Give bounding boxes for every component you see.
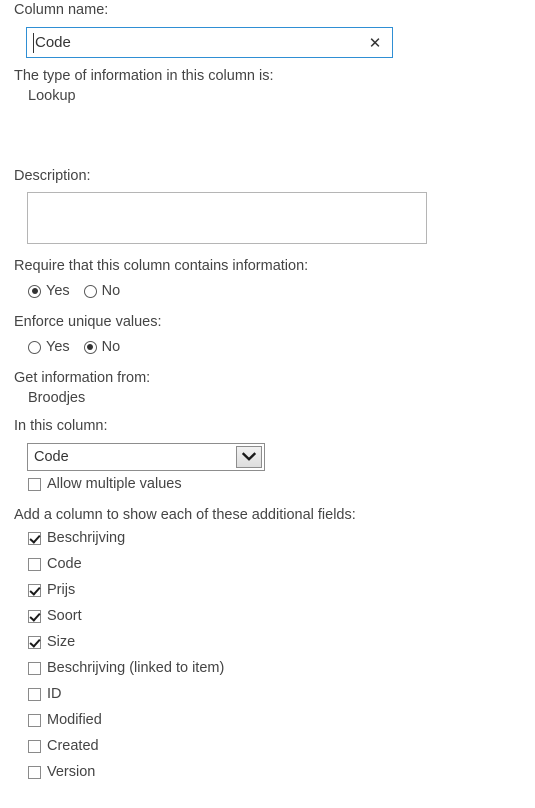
enforce-unique-option-no[interactable]: No [83,338,121,356]
get-information-from-value: Broodjes [28,390,86,406]
require-information-group: Require that this column contains inform… [0,256,535,300]
checkbox-empty-icon [28,661,41,675]
list-item[interactable]: Beschrijving [0,525,535,551]
chevron-down-icon[interactable] [236,446,262,468]
checkbox-empty-icon [28,477,41,491]
additional-fields-label: Add a column to show each of these addit… [14,507,356,523]
column-name-input[interactable]: Code ✕ [26,27,393,58]
list-item-label: Size [47,634,76,650]
radio-empty-icon [28,340,41,354]
enforce-unique-option-yes-label: Yes [46,339,70,355]
list-item-label: ID [47,686,62,702]
column-name-group: Column name: Code ✕ [0,0,535,58]
checkbox-empty-icon [28,739,41,753]
column-name-value: Code [35,34,71,51]
in-this-column-group: In this column: Code Allow multiple valu… [0,416,535,497]
list-item[interactable]: Modified [0,707,535,733]
list-item-label: Version [47,764,96,780]
enforce-unique-option-no-label: No [101,339,121,355]
require-information-label: Require that this column contains inform… [14,258,309,274]
description-input[interactable] [27,192,427,244]
type-of-information-value: Lookup [28,88,76,104]
list-item[interactable]: Version [0,759,535,785]
list-item-label: Modified [47,712,102,728]
enforce-unique-group: Enforce unique values: Yes No [0,312,535,356]
list-item[interactable]: Code [0,551,535,577]
radio-empty-icon [83,284,97,298]
list-item-label: Code [47,556,82,572]
radio-selected-icon [28,284,41,298]
column-settings-form: Column name: Code ✕ The type of informat… [0,0,535,808]
in-this-column-label: In this column: [14,418,108,434]
checkbox-checked-icon [28,609,41,623]
checkbox-checked-icon [28,531,41,545]
list-item[interactable]: Beschrijving (linked to item) [0,655,535,681]
require-information-option-no-label: No [101,283,121,299]
description-label: Description: [14,168,91,184]
radio-selected-icon [83,340,97,354]
list-item[interactable]: Size [0,629,535,655]
text-cursor [33,33,34,53]
type-of-information-group: The type of information in this column i… [0,66,535,106]
additional-fields-group: Add a column to show each of these addit… [0,505,535,785]
list-item-label: Created [47,738,99,754]
get-information-from-label: Get information from: [14,370,151,386]
require-information-option-yes[interactable]: Yes [28,282,70,300]
checkbox-empty-icon [28,713,41,727]
list-item-label: Beschrijving [47,530,126,546]
list-item[interactable]: ID [0,681,535,707]
enforce-unique-option-yes[interactable]: Yes [28,338,70,356]
list-item-label: Prijs [47,582,76,598]
require-information-option-yes-label: Yes [46,283,70,299]
column-name-label: Column name: [14,2,109,18]
in-this-column-select[interactable]: Code [27,443,265,471]
list-item[interactable]: Soort [0,603,535,629]
checkbox-empty-icon [28,687,41,701]
checkbox-checked-icon [28,635,41,649]
close-icon[interactable]: ✕ [368,35,382,50]
list-item[interactable]: Created [0,733,535,759]
enforce-unique-label: Enforce unique values: [14,314,162,330]
require-information-option-no[interactable]: No [83,282,121,300]
checkbox-empty-icon [28,765,41,779]
in-this-column-selected-value: Code [34,449,69,465]
enforce-unique-radio-group: Yes No [0,338,535,356]
list-item-label: Soort [47,608,82,624]
allow-multiple-values-label: Allow multiple values [47,476,182,492]
checkbox-empty-icon [28,557,41,571]
checkbox-checked-icon [28,583,41,597]
list-item-label: Beschrijving (linked to item) [47,660,225,676]
type-of-information-label: The type of information in this column i… [14,68,274,84]
get-information-from-group: Get information from: Broodjes [0,368,535,408]
require-information-radio-group: Yes No [0,282,535,300]
description-group: Description: [0,166,535,244]
list-item[interactable]: Prijs [0,577,535,603]
allow-multiple-values-checkbox[interactable]: Allow multiple values [0,471,535,497]
